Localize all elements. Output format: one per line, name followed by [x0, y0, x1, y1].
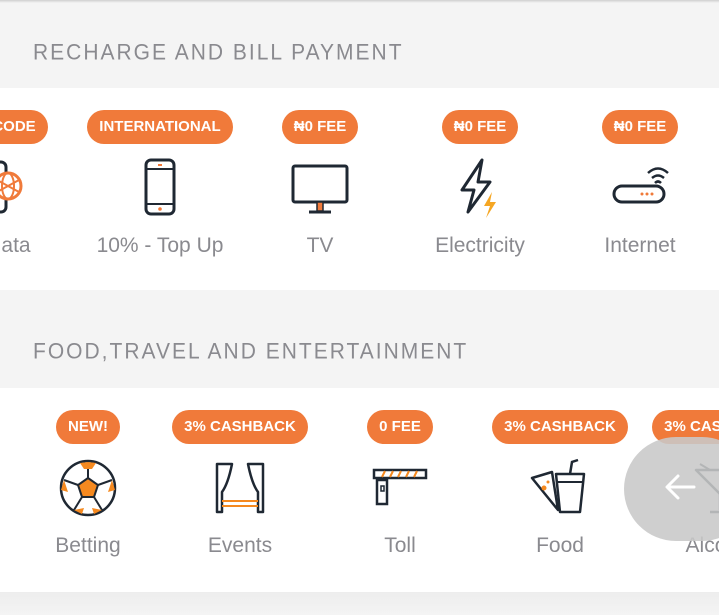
- section-header-recharge: RECHARGE AND BILL PAYMENT: [0, 3, 719, 89]
- service-label: Food: [536, 534, 584, 557]
- service-tile-data[interactable]: CODE ata: [0, 88, 80, 290]
- service-tile-betting[interactable]: NEW! Betting: [8, 388, 168, 592]
- service-tile-events[interactable]: 3% CASHBACK Events: [160, 388, 320, 592]
- lightning-bolt-icon: [448, 156, 512, 220]
- promo-badge: ₦0 FEE: [601, 110, 679, 144]
- service-tile-food[interactable]: 3% CASHBACK Food: [480, 388, 640, 592]
- mobile-phone-icon: [128, 156, 192, 220]
- data-phone-globe-icon: [0, 156, 32, 220]
- service-label: 10% - Top Up: [96, 234, 224, 257]
- recharge-services-strip[interactable]: CODE ata INTERNATIONAL 10% - Top Up ₦0 F…: [0, 88, 719, 290]
- promo-badge: ₦0 FEE: [281, 110, 359, 144]
- service-tile-toll[interactable]: 0 FEE Toll: [320, 388, 480, 592]
- section-title: RECHARGE AND BILL PAYMENT: [33, 40, 404, 65]
- promo-badge: ₦0 FEE: [441, 110, 519, 144]
- service-label: ata: [1, 234, 31, 257]
- service-tile-electricity[interactable]: ₦0 FEE Electricity: [400, 88, 560, 290]
- section-header-food-travel: FOOD,TRAVEL AND ENTERTAINMENT: [0, 302, 719, 388]
- service-tile-tv[interactable]: ₦0 FEE TV: [240, 88, 400, 290]
- arrow-left-icon: [662, 469, 698, 510]
- service-tile-internet[interactable]: ₦0 FEE Internet: [560, 88, 719, 290]
- service-tile-international-top-up[interactable]: INTERNATIONAL 10% - Top Up: [80, 88, 240, 290]
- promo-badge: 3% CASHBACK: [492, 410, 628, 444]
- service-label: Internet: [604, 234, 676, 257]
- promo-badge: NEW!: [56, 410, 120, 444]
- food-travel-services-strip[interactable]: NEW! Betting 3% CASHBACK Events 0 FEE To…: [0, 388, 719, 592]
- service-label: Electricity: [435, 234, 525, 257]
- section-title: FOOD,TRAVEL AND ENTERTAINMENT: [33, 339, 469, 364]
- promo-badge: 0 FEE: [367, 410, 433, 444]
- service-label: Toll: [384, 534, 416, 557]
- soccer-ball-icon: [56, 456, 120, 520]
- promo-badge: INTERNATIONAL: [87, 110, 233, 144]
- back-button[interactable]: [624, 437, 719, 541]
- promo-badge: CODE: [0, 110, 48, 144]
- service-label: TV: [306, 234, 334, 257]
- wifi-router-icon: [608, 156, 672, 220]
- promo-badge: 3% CASHBACK: [172, 410, 308, 444]
- tv-monitor-icon: [288, 156, 352, 220]
- service-label: Betting: [55, 534, 121, 557]
- theater-curtains-icon: [208, 456, 272, 520]
- pizza-drink-icon: [528, 456, 592, 520]
- service-label: Events: [207, 534, 273, 557]
- toll-barrier-icon: [368, 456, 432, 520]
- section-divider: [0, 592, 719, 615]
